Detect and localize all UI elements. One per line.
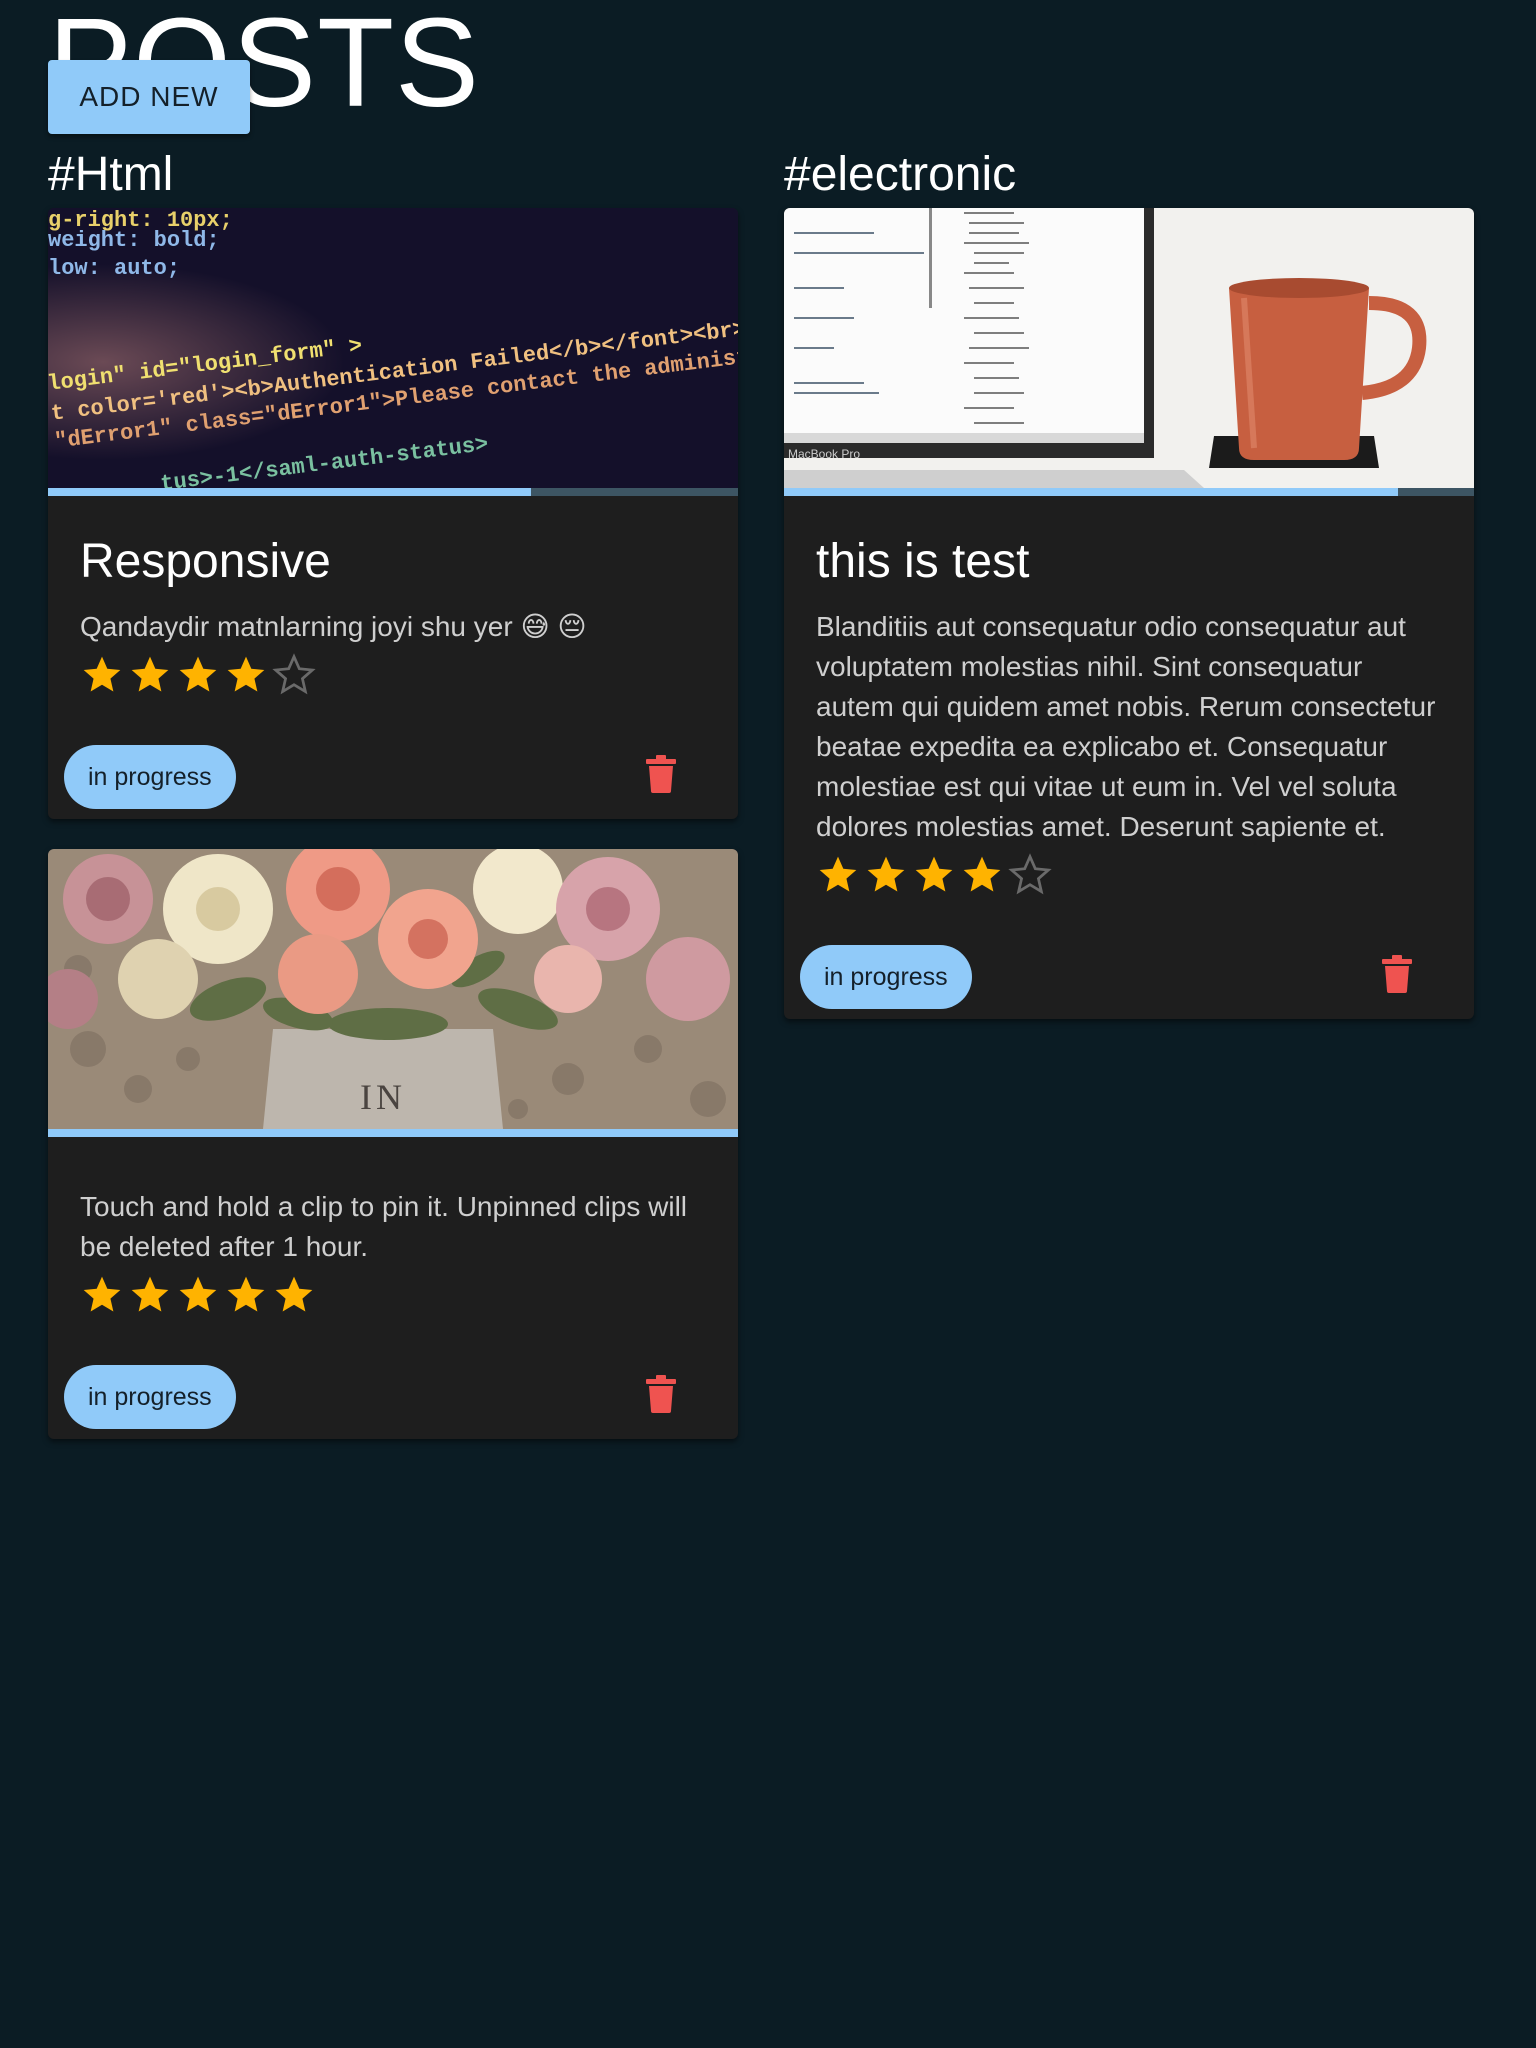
star-filled-icon[interactable]	[128, 653, 172, 697]
category-column: #Html g-right: 10px; weight: bold; low: …	[48, 146, 738, 1469]
progress-bar	[48, 1129, 738, 1138]
star-rating[interactable]	[80, 1273, 706, 1319]
code-line: low: auto;	[48, 256, 180, 281]
star-filled-icon[interactable]	[912, 853, 956, 897]
trash-icon[interactable]	[646, 1375, 676, 1414]
post-image: MacBook Pro	[784, 208, 1474, 488]
status-chip[interactable]: in progress	[64, 1365, 236, 1430]
category-title: #Html	[48, 148, 174, 201]
progress-fill	[48, 1129, 738, 1138]
post-title: this is test	[816, 535, 1030, 588]
star-filled-icon[interactable]	[864, 853, 908, 897]
star-filled-icon[interactable]	[960, 853, 1004, 897]
category-column: #electronic MacBook Pro this is test Bla…	[784, 146, 1474, 1049]
add-new-button[interactable]: ADD NEW	[48, 60, 250, 134]
post-description: Touch and hold a clip to pin it. Unpinne…	[80, 1191, 688, 1263]
post-image: IN	[48, 849, 738, 1130]
star-rating[interactable]	[816, 853, 1442, 899]
progress-fill	[784, 488, 1399, 496]
post-card: IN Touch and hold a clip to pin it. Unpi…	[48, 849, 738, 1440]
star-filled-icon[interactable]	[224, 1273, 268, 1317]
progress-fill	[48, 488, 531, 496]
category-title: #electronic	[784, 148, 1017, 201]
star-empty-icon[interactable]	[1008, 853, 1052, 897]
post-description: Qandaydir matnlarning joyi shu yer 😅 😔	[80, 611, 587, 643]
status-chip[interactable]: in progress	[800, 945, 972, 1010]
code-line: weight: bold;	[48, 228, 220, 253]
star-filled-icon[interactable]	[128, 1273, 172, 1317]
star-filled-icon[interactable]	[272, 1273, 316, 1317]
progress-bar	[784, 488, 1474, 496]
star-filled-icon[interactable]	[176, 653, 220, 697]
stone-text: IN	[360, 1077, 406, 1117]
post-title: Responsive	[80, 535, 331, 588]
trash-icon[interactable]	[1382, 955, 1412, 994]
post-card: g-right: 10px; weight: bold; low: auto; …	[48, 208, 738, 820]
star-rating[interactable]	[80, 653, 706, 699]
post-card: MacBook Pro this is test Blanditiis aut …	[784, 208, 1474, 1020]
star-filled-icon[interactable]	[816, 853, 860, 897]
post-description: Blanditiis aut consequatur odio consequa…	[816, 611, 1436, 843]
star-filled-icon[interactable]	[80, 653, 124, 697]
star-filled-icon[interactable]	[80, 1273, 124, 1317]
laptop-label: MacBook Pro	[788, 447, 860, 461]
star-empty-icon[interactable]	[272, 653, 316, 697]
trash-icon[interactable]	[646, 755, 676, 794]
star-filled-icon[interactable]	[224, 653, 268, 697]
progress-bar	[48, 488, 738, 496]
star-filled-icon[interactable]	[176, 1273, 220, 1317]
post-image: g-right: 10px; weight: bold; low: auto; …	[48, 208, 738, 488]
status-chip[interactable]: in progress	[64, 745, 236, 810]
